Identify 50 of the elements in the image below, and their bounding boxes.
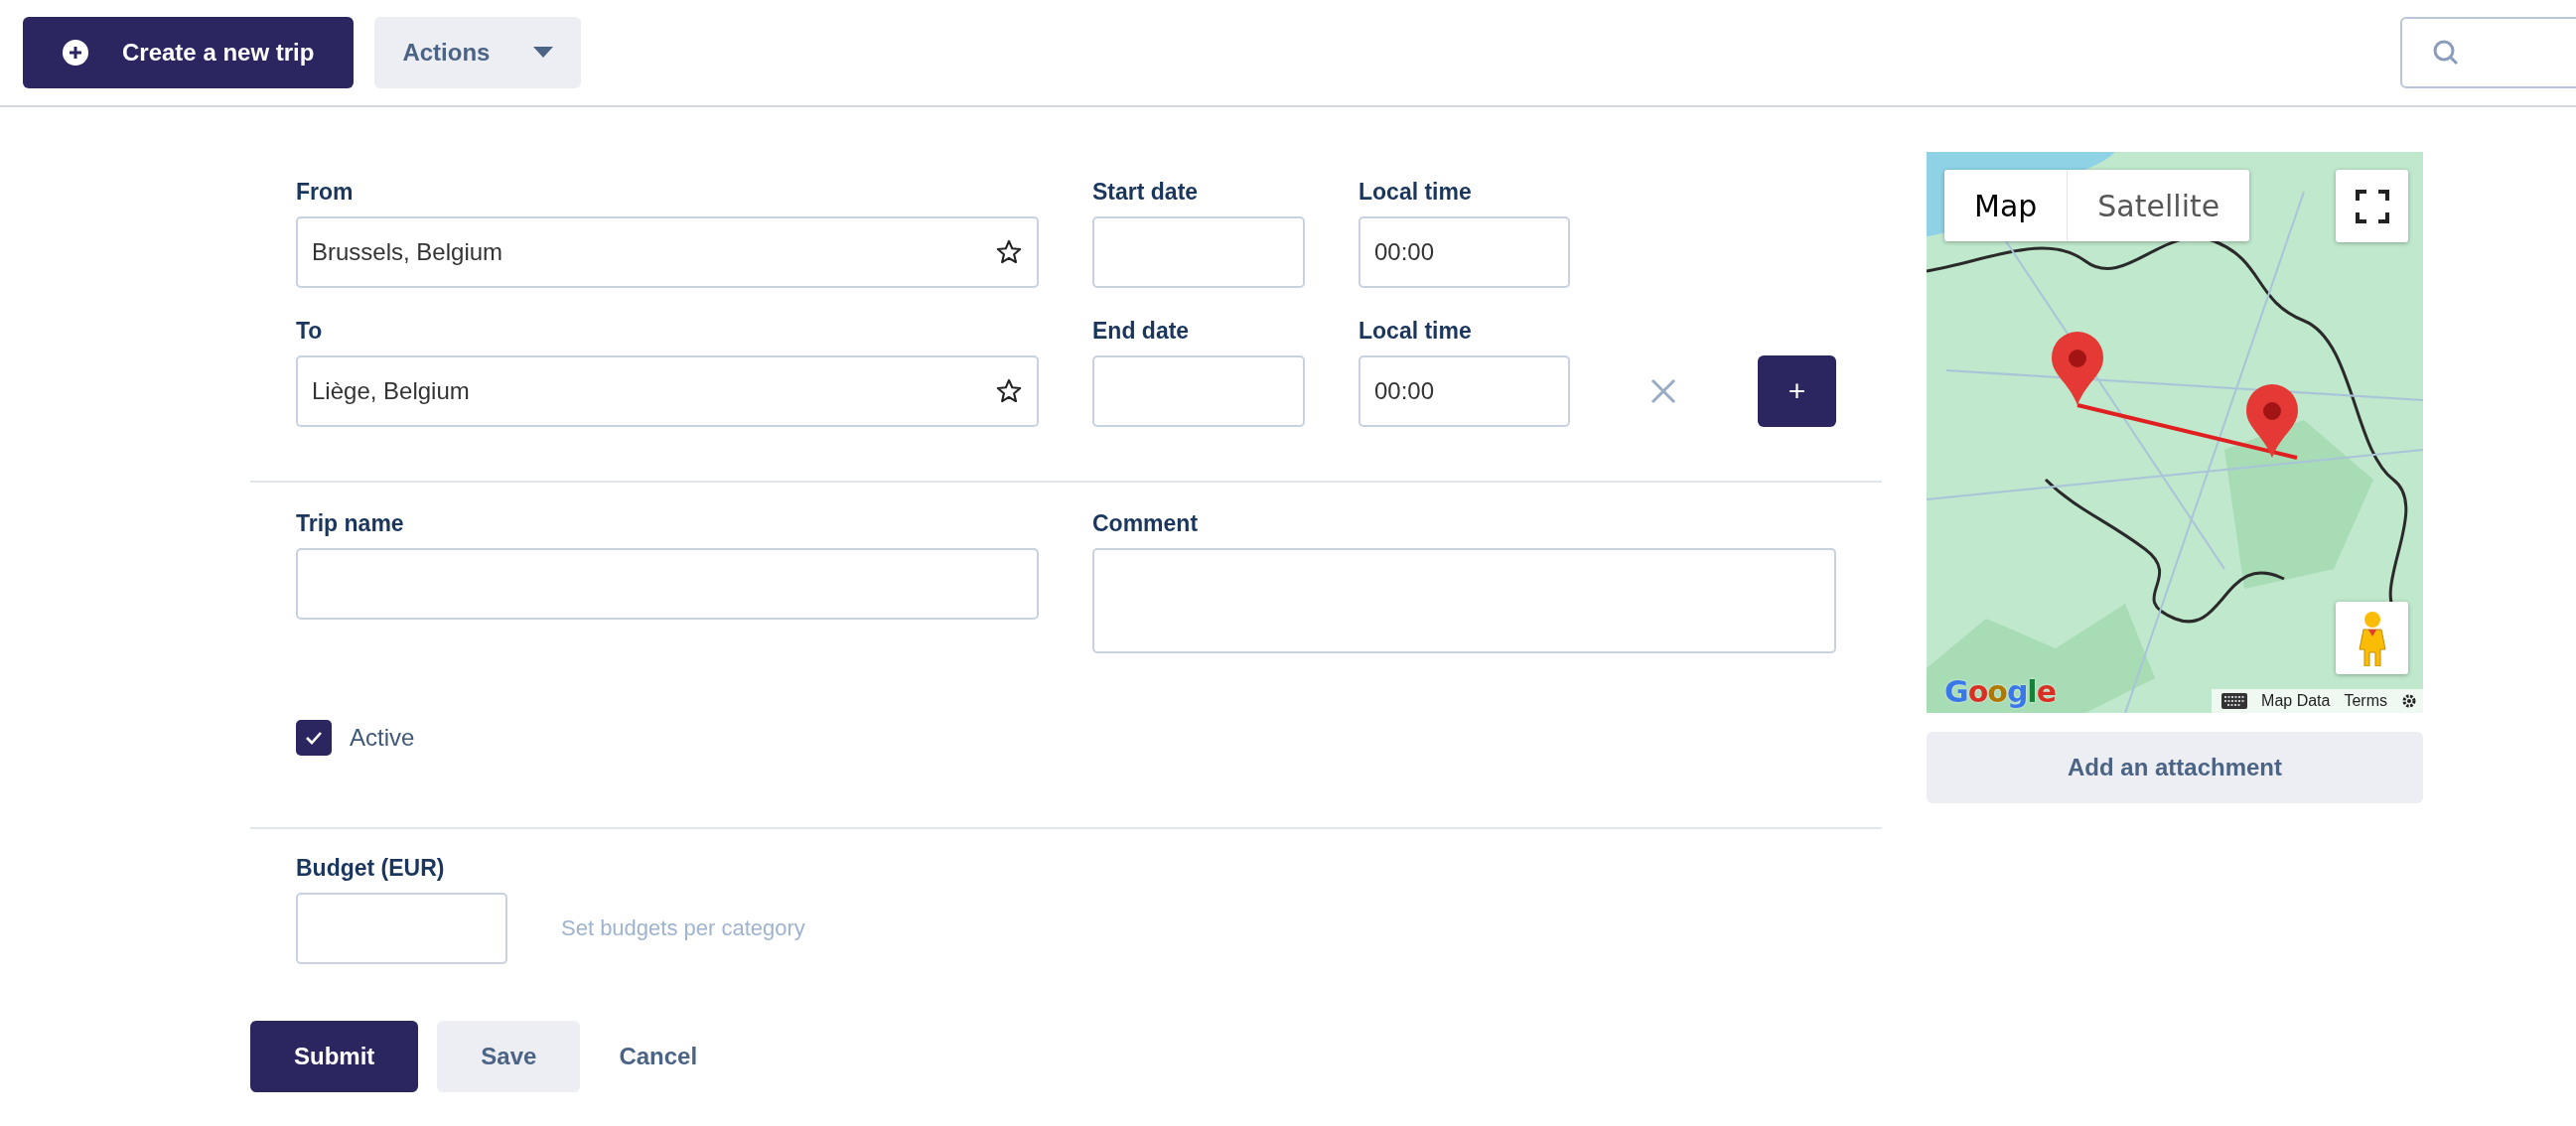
time-value: 00:00: [1374, 238, 1435, 266]
star-icon[interactable]: [995, 377, 1023, 405]
field-label: Local time: [1359, 178, 1473, 207]
location-field[interactable]: Brussels, Belgium: [296, 216, 1039, 288]
fullscreen-button[interactable]: [2336, 170, 2408, 242]
search-icon: [2432, 39, 2460, 67]
field-label: End date: [1092, 317, 1191, 346]
street-view-button[interactable]: [2336, 602, 2408, 674]
location-value: Brussels, Belgium: [312, 238, 503, 266]
map-footer-link[interactable]: Terms: [2344, 692, 2387, 710]
check-icon: [305, 731, 323, 745]
keyboard-icon[interactable]: [2221, 693, 2248, 709]
field-label: Local time: [1359, 317, 1473, 346]
map-type-tab[interactable]: Satellite: [2067, 170, 2250, 241]
search-field[interactable]: [2400, 17, 2576, 88]
add-attachment-button[interactable]: Add an attachment: [1927, 732, 2423, 803]
field-label: Trip name: [296, 509, 405, 538]
gear-icon[interactable]: [2401, 693, 2417, 709]
checkbox-label: Active: [350, 724, 415, 752]
fullscreen-icon: [2355, 189, 2389, 223]
location-field[interactable]: Liège, Belgium: [296, 355, 1039, 427]
budget-field[interactable]: [296, 893, 507, 964]
date-field[interactable]: [1092, 216, 1305, 288]
create-trip-button[interactable]: Create a new trip: [23, 17, 355, 88]
field-label: Start date: [1092, 178, 1200, 207]
field-label: From: [296, 178, 355, 207]
cancel-link[interactable]: Cancel: [599, 1021, 718, 1092]
field-label: Comment: [1092, 509, 1200, 538]
time-field[interactable]: 00:00: [1359, 355, 1570, 427]
comment-field[interactable]: [1092, 548, 1836, 653]
time-value: 00:00: [1374, 377, 1435, 405]
actions-button[interactable]: Actions: [374, 17, 582, 88]
time-field[interactable]: 00:00: [1359, 216, 1570, 288]
map-type-tab[interactable]: Map: [1944, 170, 2068, 241]
field-label: To: [296, 317, 324, 346]
person-icon: [2357, 610, 2387, 666]
map-footer-link[interactable]: Map Data: [2261, 692, 2331, 710]
field-label: Budget (EUR): [296, 854, 446, 883]
trip-name-field[interactable]: [296, 548, 1039, 620]
active-checkbox[interactable]: [296, 720, 332, 756]
plus-circle-icon: [63, 40, 88, 66]
location-value: Liège, Belgium: [312, 377, 470, 405]
caret-icon: [533, 47, 554, 59]
save-button[interactable]: Save: [437, 1021, 581, 1092]
close-icon[interactable]: [1650, 378, 1676, 404]
add-leg-button[interactable]: +: [1758, 355, 1836, 427]
star-icon[interactable]: [995, 238, 1023, 266]
map-provider-logo: Google: [1944, 674, 2056, 709]
submit-button[interactable]: Submit: [250, 1021, 419, 1092]
date-field[interactable]: [1092, 355, 1305, 427]
